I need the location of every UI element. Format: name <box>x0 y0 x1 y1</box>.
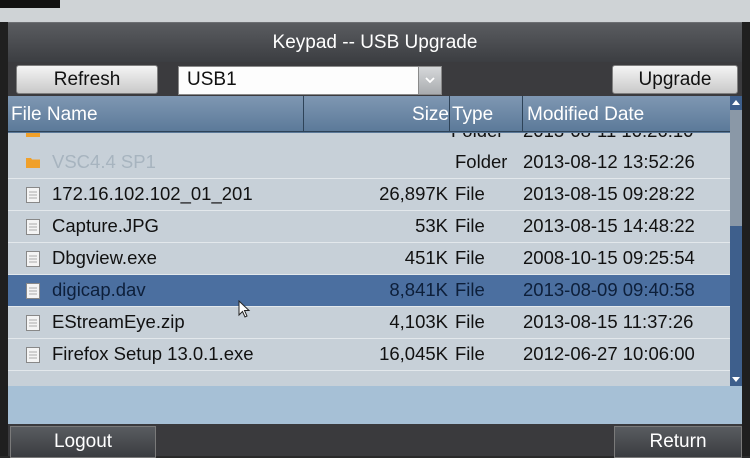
chevron-down-icon[interactable] <box>418 67 441 94</box>
title-bar: Keypad -- USB Upgrade <box>8 22 742 63</box>
window-title: Keypad -- USB Upgrade <box>272 32 478 53</box>
logout-button[interactable]: Logout <box>10 426 156 458</box>
file-name: Firefox Setup 13.0.1.exe <box>52 343 254 364</box>
table-body: Folder 2013-08-11 10:26:10 VSC4.4 SP1 Fo… <box>8 133 730 386</box>
device-select[interactable]: USB1 <box>178 66 442 95</box>
file-modified: 2013-08-09 09:40:58 <box>523 279 695 300</box>
file-name: VSC4.4 SP1 <box>52 151 156 172</box>
file-size: 16,045K <box>379 343 448 364</box>
table-row[interactable]: Folder 2013-08-11 10:26:10 <box>8 133 730 148</box>
table-row[interactable]: VSC4.4 SP1 Folder 2013-08-12 13:52:26 <box>8 147 730 179</box>
table-row[interactable]: EStreamEye.zip 4,103K File 2013-08-15 11… <box>8 307 730 339</box>
file-modified: 2013-08-15 11:37:26 <box>523 311 694 332</box>
usb-upgrade-window: Keypad -- USB Upgrade Refresh USB1 Upgra… <box>0 0 750 458</box>
column-header-name[interactable]: File Name <box>8 96 304 132</box>
file-type: Folder <box>455 151 508 172</box>
column-header-size[interactable]: Size <box>304 96 450 132</box>
top-strip <box>0 0 750 22</box>
file-type: File <box>455 215 485 236</box>
file-icon <box>26 251 40 267</box>
file-name: Dbgview.exe <box>52 247 157 268</box>
toolbar: Refresh USB1 Upgrade <box>8 62 742 96</box>
file-icon <box>26 187 40 203</box>
file-size: 451K <box>404 247 448 268</box>
upgrade-button[interactable]: Upgrade <box>612 65 738 94</box>
column-header-modified[interactable]: Modified Date <box>523 96 734 132</box>
file-size: 4,103K <box>389 311 448 332</box>
vertical-scrollbar[interactable] <box>730 96 742 386</box>
refresh-button[interactable]: Refresh <box>16 65 158 94</box>
file-type: File <box>455 279 485 300</box>
scrollbar-thumb[interactable] <box>730 226 742 376</box>
scroll-up-arrow-icon[interactable] <box>730 96 742 110</box>
file-modified: 2008-10-15 09:25:54 <box>523 247 695 268</box>
file-modified: 2012-06-27 10:06:00 <box>523 343 695 364</box>
file-size: 26,897K <box>379 183 448 204</box>
file-size: 8,841K <box>389 279 448 300</box>
return-button[interactable]: Return <box>614 426 742 458</box>
file-icon <box>26 283 40 299</box>
table-row[interactable]: Firefox Setup 13.0.1.exe 16,045K File 20… <box>8 339 730 371</box>
file-type: File <box>455 183 485 204</box>
folder-icon <box>26 155 40 171</box>
device-select-value: USB1 <box>187 69 237 90</box>
status-area <box>8 386 742 424</box>
file-icon <box>26 347 40 363</box>
top-strip-mark <box>0 0 60 8</box>
folder-icon <box>26 133 40 140</box>
column-header-type[interactable]: Type <box>450 96 523 132</box>
table-row-selected[interactable]: digicap.dav 8,841K File 2013-08-09 09:40… <box>8 275 730 307</box>
file-type: File <box>455 343 485 364</box>
file-modified: 2013-08-12 13:52:26 <box>523 151 695 172</box>
file-type: File <box>455 247 485 268</box>
file-icon <box>26 315 40 331</box>
file-type: File <box>455 311 485 332</box>
file-name: Capture.JPG <box>52 215 159 236</box>
file-name: EStreamEye.zip <box>52 311 185 332</box>
file-name: 172.16.102.102_01_201 <box>52 183 253 204</box>
file-list[interactable]: File Name Size Type Modified Date Folder… <box>8 96 742 386</box>
file-modified: 2013-08-15 14:48:22 <box>523 215 695 236</box>
table-row[interactable]: 172.16.102.102_01_201 26,897K File 2013-… <box>8 179 730 211</box>
table-header: File Name Size Type Modified Date <box>8 96 734 133</box>
file-size: 53K <box>415 215 448 236</box>
footer-bar: Logout Return <box>8 424 742 458</box>
file-modified: 2013-08-11 10:26:10 <box>523 133 693 142</box>
scroll-down-arrow-icon[interactable] <box>730 372 742 386</box>
mouse-cursor-icon <box>238 300 251 318</box>
table-row[interactable]: Capture.JPG 53K File 2013-08-15 14:48:22 <box>8 211 730 243</box>
file-icon <box>26 219 40 235</box>
table-row[interactable]: Dbgview.exe 451K File 2008-10-15 09:25:5… <box>8 243 730 275</box>
file-name: digicap.dav <box>52 279 146 300</box>
file-modified: 2013-08-15 09:28:22 <box>523 183 695 204</box>
file-type: Folder <box>451 133 503 142</box>
